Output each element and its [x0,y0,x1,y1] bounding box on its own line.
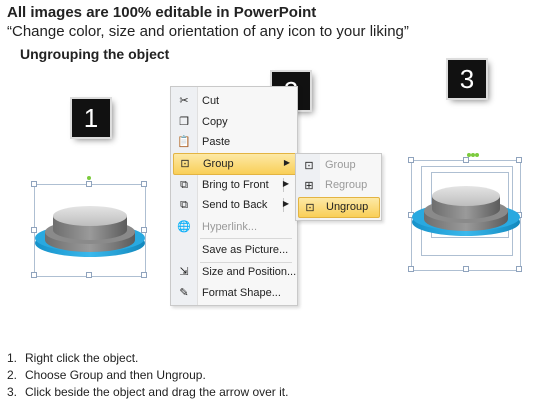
menu-item-label: Hyperlink... [202,221,258,233]
menu-item-label: Cut [202,95,220,107]
list-item: 3. Click beside the object and drag the a… [7,385,289,399]
menu-item-label: Bring to Front [202,179,269,191]
stacked-disc-graphic [35,206,145,257]
menu-separator [200,238,292,239]
menu-item-label: Size and Position... [202,266,297,278]
resize-handle[interactable] [408,266,414,272]
menu-item-size-and-position[interactable]: ⇲ Size and Position... [173,262,297,282]
menu-item-group[interactable]: ⊡ Group ▶ [173,153,297,175]
submenu-arrow-icon: ▶ [282,199,289,208]
submenu-arrow-icon: ▶ [282,179,289,188]
section-heading: Ungrouping the object [20,46,170,62]
submenu-arrow-icon: ▶ [283,158,290,167]
group-icon: ⊡ [304,160,314,172]
size-position-icon: ⇲ [179,266,189,278]
bring-to-front-icon: ⧉ [180,179,188,191]
menu-item-hyperlink[interactable]: 🌐 Hyperlink... [173,217,295,237]
submenu-item-group[interactable]: ⊡ Group [298,156,378,175]
menu-item-bring-to-front[interactable]: ⧉ Bring to Front ▶ [173,175,295,195]
menu-item-copy[interactable]: ❐ Copy [173,112,295,132]
step-badge-1: 1 [72,99,110,137]
menu-item-paste[interactable]: 📋 Paste [173,132,295,152]
submenu-item-ungroup[interactable]: ⊡ Ungroup [298,197,380,218]
menu-item-label: Send to Back [202,199,268,211]
menu-item-label: Regroup [325,179,368,191]
menu-item-send-to-back[interactable]: ⧉ Send to Back ▶ [173,195,295,215]
ungroup-icon: ⊡ [305,202,315,214]
submenu-item-regroup[interactable]: ⊞ Regroup [298,176,378,195]
hyperlink-icon: 🌐 [177,221,191,233]
step-badge-3: 3 [448,60,486,98]
rotation-handle[interactable] [475,153,479,157]
send-to-back-icon: ⧉ [180,199,188,211]
regroup-icon: ⊞ [304,180,314,192]
menu-item-label: Save as Picture... [202,244,289,256]
menu-item-label: Group [325,159,356,171]
paste-icon: 📋 [177,136,191,148]
scissors-icon: ✂ [179,95,189,107]
resize-handle[interactable] [463,266,469,272]
menu-item-label: Group [203,158,234,170]
resize-handle[interactable] [516,157,522,163]
menu-item-format-shape[interactable]: ✎ Format Shape... [173,283,295,303]
instruction-list: 1. Right click the object. 2. Choose Group… [7,350,288,401]
list-item: 1. Right click the object. [7,351,139,365]
menu-item-label: Ungroup [326,201,369,213]
menu-item-label: Format Shape... [202,287,281,299]
stacked-disc-graphic [412,186,520,236]
format-shape-icon: ✎ [179,287,189,299]
menu-item-label: Copy [202,116,228,128]
copy-icon: ❐ [179,116,189,128]
page-title: All images are 100% editable in PowerPoi… [7,4,317,21]
page-subtitle: “Change color, size and orientation of a… [7,23,409,40]
menu-item-save-as-picture[interactable]: Save as Picture... [173,240,295,260]
menu-item-label: Paste [202,136,231,148]
list-item: 2. Choose Group and then Ungroup. [7,368,206,382]
resize-handle[interactable] [408,157,414,163]
group-submenu: ⊡ Group ⊞ Regroup ⊡ Ungroup [295,153,382,221]
context-menu: ✂ Cut ❐ Copy 📋 Paste ⊡ Group ▶ ⧉ Bring t… [170,86,298,306]
group-icon: ⊡ [180,158,190,170]
resize-handle[interactable] [516,266,522,272]
menu-item-cut[interactable]: ✂ Cut [173,91,295,111]
resize-handle[interactable] [463,157,469,163]
